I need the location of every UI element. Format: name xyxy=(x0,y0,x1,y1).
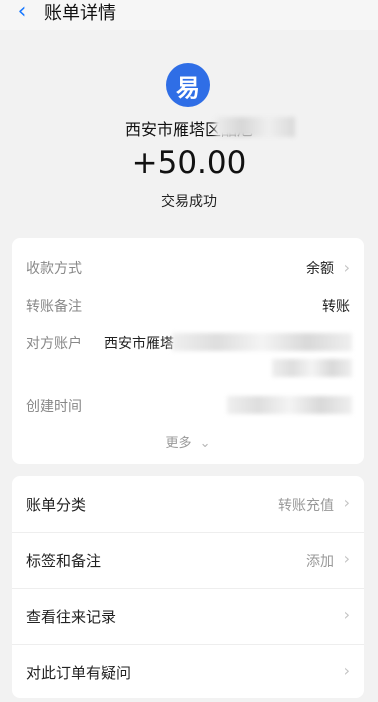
created-time-redaction xyxy=(227,396,352,414)
more-button[interactable]: 更多 ⌄ xyxy=(12,432,364,451)
detail-label: 创建时间 xyxy=(26,399,82,415)
merchant-name: 西安市雁塔区酷旭 xyxy=(0,116,378,140)
chevron-right-icon: › xyxy=(343,605,350,624)
menu-item-order-question[interactable]: 对此订单有疑问 › xyxy=(12,644,364,698)
menu-item-label: 账单分类 xyxy=(26,496,87,514)
menu-item-label: 对此订单有疑问 xyxy=(26,664,132,682)
menu-item-label: 标签和备注 xyxy=(26,552,102,570)
detail-value: 转账 xyxy=(322,299,350,315)
merchant-logo-icon: 易 xyxy=(166,63,210,107)
menu-item-tags-notes[interactable]: 标签和备注 添加 › xyxy=(12,532,364,589)
menu-item-value: 转账充值 xyxy=(278,498,334,514)
merchant-name-redaction xyxy=(215,117,295,137)
counterparty-redaction-2 xyxy=(272,359,352,377)
logo-text: 易 xyxy=(176,73,200,102)
chevron-right-icon: › xyxy=(343,258,350,277)
back-chevron-icon[interactable]: ‹ xyxy=(10,0,34,24)
detail-row-created-time: 创建时间 xyxy=(12,396,364,420)
transaction-summary: 易 西安市雁塔区酷旭 +50.00 交易成功 xyxy=(0,30,378,235)
detail-label: 对方账户 xyxy=(26,336,82,352)
detail-label: 收款方式 xyxy=(26,261,82,277)
counterparty-redaction-1 xyxy=(172,333,352,351)
chevron-right-icon: › xyxy=(343,493,350,512)
menu-item-label: 查看往来记录 xyxy=(26,608,117,626)
detail-value: 余额 xyxy=(306,261,334,277)
menu-item-value: 添加 xyxy=(306,554,334,570)
page-title: 账单详情 xyxy=(44,3,116,24)
detail-row-payment-method[interactable]: 收款方式 余额 › xyxy=(12,258,364,282)
detail-row-counterparty: 对方账户 西安市雁塔 xyxy=(12,333,364,393)
menu-item-history[interactable]: 查看往来记录 › xyxy=(12,588,364,645)
chevron-right-icon: › xyxy=(343,549,350,568)
chevron-down-icon: ⌄ xyxy=(199,436,211,451)
detail-row-transfer-note: 转账备注 转账 xyxy=(12,296,364,320)
header-bar: ‹ 账单详情 xyxy=(0,0,378,30)
details-card: 收款方式 余额 › 转账备注 转账 对方账户 西安市雁塔 创建时间 更多 ⌄ xyxy=(12,238,364,464)
detail-label: 转账备注 xyxy=(26,299,82,315)
more-label: 更多 xyxy=(165,436,192,451)
chevron-right-icon: › xyxy=(343,661,350,680)
transaction-status: 交易成功 xyxy=(161,194,217,210)
menu-item-bill-category[interactable]: 账单分类 转账充值 › xyxy=(12,476,364,533)
menu-card: 账单分类 转账充值 › 标签和备注 添加 › 查看往来记录 › 对此订单有疑问 … xyxy=(12,476,364,698)
transaction-amount: +50.00 xyxy=(131,145,247,181)
detail-value: 西安市雁塔 xyxy=(104,336,174,352)
